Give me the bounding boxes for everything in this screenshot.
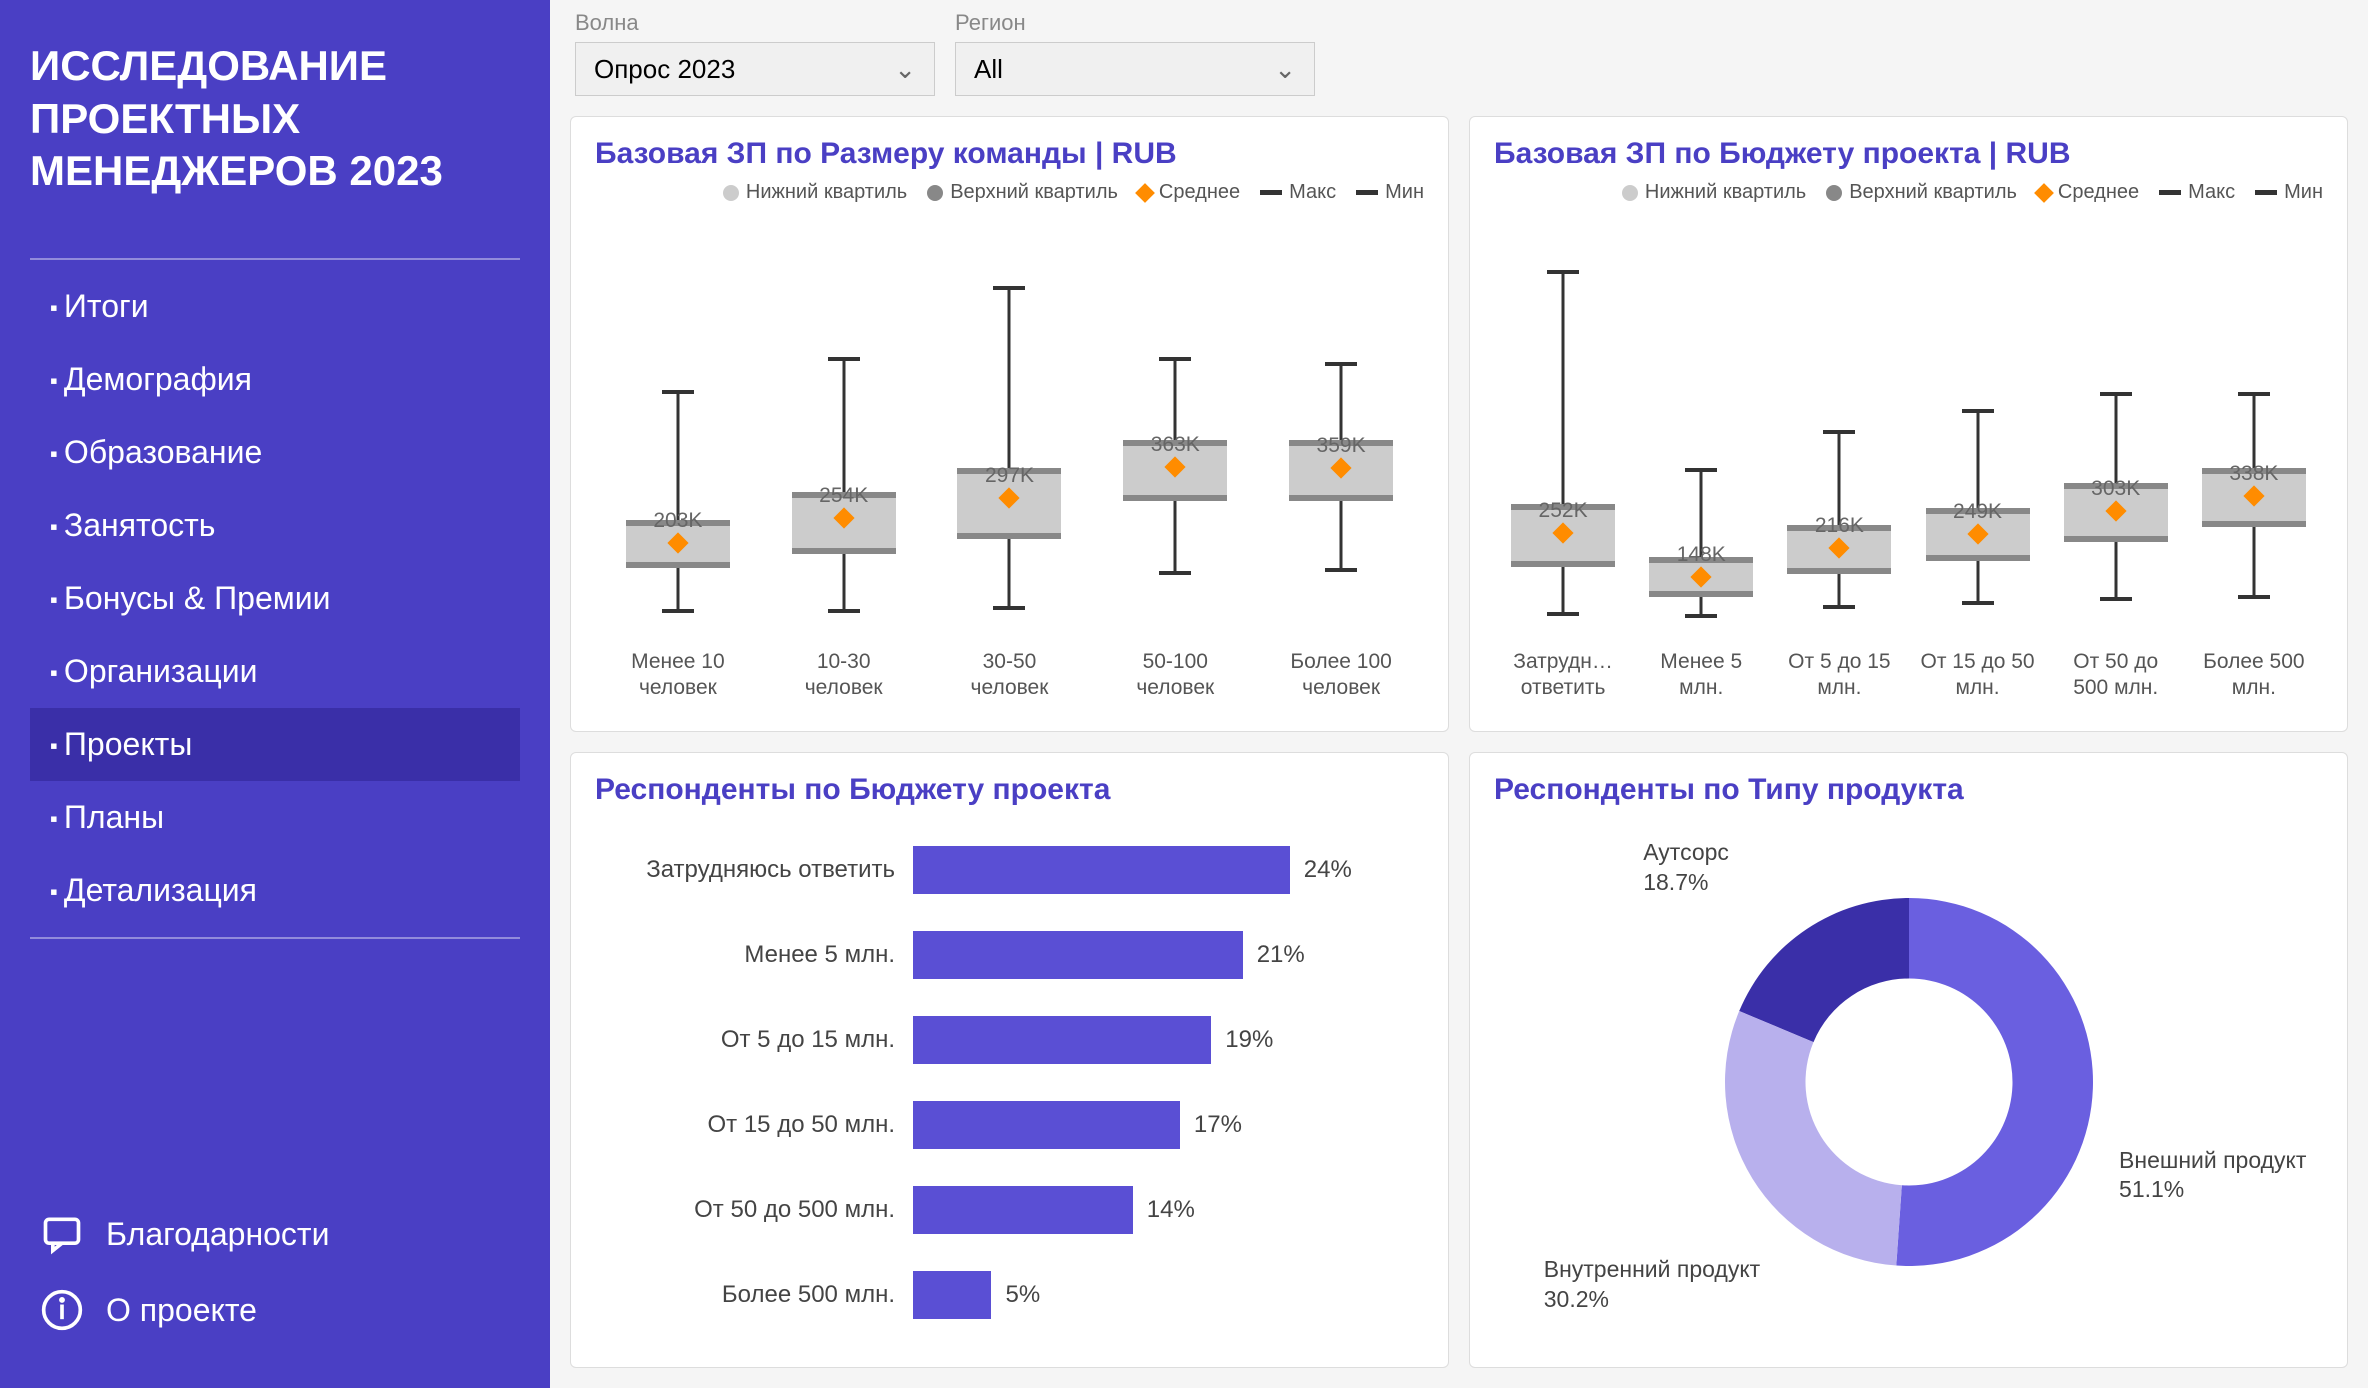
filter-value: Опрос 2023	[594, 54, 735, 85]
box-col: 254K10-30 человек	[784, 259, 904, 703]
legend-item: Верхний квартиль	[927, 181, 1118, 204]
sidebar-nav: ИтогиДемографияОбразованиеЗанятостьБонус…	[30, 258, 520, 939]
box-col: 363K50-100 человек	[1115, 259, 1235, 703]
donut-chart[interactable]: Внешний продукт51.1% Внутренний продукт3…	[1494, 817, 2323, 1347]
sidebar-item-1[interactable]: Демография	[30, 343, 520, 416]
box-col: 252KЗатрудн… ответить	[1503, 259, 1623, 703]
boxplot-team[interactable]: 203KМенее 10 человек 254K10-30 человек 297…	[595, 212, 1424, 711]
card-budget-salary: Базовая ЗП по Бюджету проекта | RUB Нижн…	[1469, 116, 2348, 732]
filter-value: All	[974, 54, 1003, 85]
sidebar-item-0[interactable]: Итоги	[30, 270, 520, 343]
box-col: 203KМенее 10 человек	[618, 259, 738, 703]
barchart-budget[interactable]: Затрудняюсь ответить24% Менее 5 млн.21% От…	[595, 817, 1424, 1347]
filter-label: Регион	[955, 10, 1315, 36]
legend-item: Верхний квартиль	[1826, 181, 2017, 204]
legend-item: Среднее	[1138, 181, 1240, 204]
sidebar-item-5[interactable]: Организации	[30, 635, 520, 708]
main: Волна Опрос 2023 ⌄ Регион All ⌄ Базовая …	[550, 0, 2368, 1388]
legend-item: Нижний квартиль	[1622, 181, 1806, 204]
card-title: Базовая ЗП по Размеру команды | RUB	[595, 137, 1424, 171]
card-title: Респонденты по Типу продукта	[1494, 773, 2323, 807]
card-product-type: Респонденты по Типу продукта Внешний про…	[1469, 752, 2348, 1368]
card-budget-respondents: Респонденты по Бюджету проекта Затрудняю…	[570, 752, 1449, 1368]
sidebar-item-6[interactable]: Проекты	[30, 708, 520, 781]
legend-item: Мин	[2255, 181, 2323, 204]
card-title: Респонденты по Бюджету проекта	[595, 773, 1424, 807]
bar-row: Более 500 млн.5%	[595, 1271, 1384, 1319]
sidebar-item-4[interactable]: Бонусы & Премии	[30, 562, 520, 635]
sidebar: ИССЛЕДОВАНИЕ ПРОЕКТНЫХ МЕНЕДЖЕРОВ 2023 И…	[0, 0, 550, 1388]
chart-grid: Базовая ЗП по Размеру команды | RUB Нижн…	[570, 116, 2348, 1368]
chevron-down-icon: ⌄	[1274, 54, 1296, 85]
legend-item: Мин	[1356, 181, 1424, 204]
sidebar-item-3[interactable]: Занятость	[30, 489, 520, 562]
bar-row: От 50 до 500 млн.14%	[595, 1186, 1384, 1234]
footer-link-label: О проекте	[106, 1292, 257, 1329]
footer-link-label: Благодарности	[106, 1216, 329, 1253]
chevron-down-icon: ⌄	[894, 54, 916, 85]
boxplot-budget[interactable]: 252KЗатрудн… ответить148KМенее 5 млн.216…	[1494, 212, 2323, 711]
donut-svg	[1679, 852, 2139, 1312]
info-icon	[40, 1288, 84, 1332]
bar-row: Менее 5 млн.21%	[595, 931, 1384, 979]
card-team-salary: Базовая ЗП по Размеру команды | RUB Нижн…	[570, 116, 1449, 732]
box-col: 303KОт 50 до 500 млн.	[2056, 259, 2176, 703]
sidebar-item-2[interactable]: Образование	[30, 416, 520, 489]
legend-item: Макс	[1260, 181, 1336, 204]
filter-select-wave[interactable]: Опрос 2023 ⌄	[575, 42, 935, 96]
legend-item: Макс	[2159, 181, 2235, 204]
box-col: 148KМенее 5 млн.	[1641, 259, 1761, 703]
footer-link-about[interactable]: О проекте	[30, 1272, 520, 1348]
box-col: 249KОт 15 до 50 млн.	[1918, 259, 2038, 703]
chart-legend: Нижний квартиль Верхний квартиль Среднее…	[595, 181, 1424, 204]
filter-bar: Волна Опрос 2023 ⌄ Регион All ⌄	[570, 0, 2348, 116]
bar-row: От 15 до 50 млн.17%	[595, 1101, 1384, 1149]
bar-row: Затрудняюсь ответить24%	[595, 846, 1384, 894]
filter-wave: Волна Опрос 2023 ⌄	[575, 10, 935, 96]
footer-link-thanks[interactable]: Благодарности	[30, 1196, 520, 1272]
filter-region: Регион All ⌄	[955, 10, 1315, 96]
sidebar-item-7[interactable]: Планы	[30, 781, 520, 854]
chart-legend: Нижний квартиль Верхний квартиль Среднее…	[1494, 181, 2323, 204]
box-col: 338KБолее 500 млн.	[2194, 259, 2314, 703]
card-title: Базовая ЗП по Бюджету проекта | RUB	[1494, 137, 2323, 171]
sidebar-title: ИССЛЕДОВАНИЕ ПРОЕКТНЫХ МЕНЕДЖЕРОВ 2023	[30, 40, 520, 198]
donut-label: Аутсорс18.7%	[1643, 838, 1729, 898]
filter-label: Волна	[575, 10, 935, 36]
donut-label: Внутренний продукт30.2%	[1544, 1255, 1760, 1315]
filter-select-region[interactable]: All ⌄	[955, 42, 1315, 96]
box-col: 297K30-50 человек	[949, 259, 1069, 703]
chat-icon	[40, 1212, 84, 1256]
legend-item: Среднее	[2037, 181, 2139, 204]
sidebar-item-8[interactable]: Детализация	[30, 854, 520, 927]
box-col: 359KБолее 100 человек	[1281, 259, 1401, 703]
legend-item: Нижний квартиль	[723, 181, 907, 204]
box-col: 216KОт 5 до 15 млн.	[1779, 259, 1899, 703]
bar-row: От 5 до 15 млн.19%	[595, 1016, 1384, 1064]
sidebar-footer: Благодарности О проекте	[30, 1156, 520, 1348]
donut-label: Внешний продукт51.1%	[2119, 1146, 2306, 1206]
